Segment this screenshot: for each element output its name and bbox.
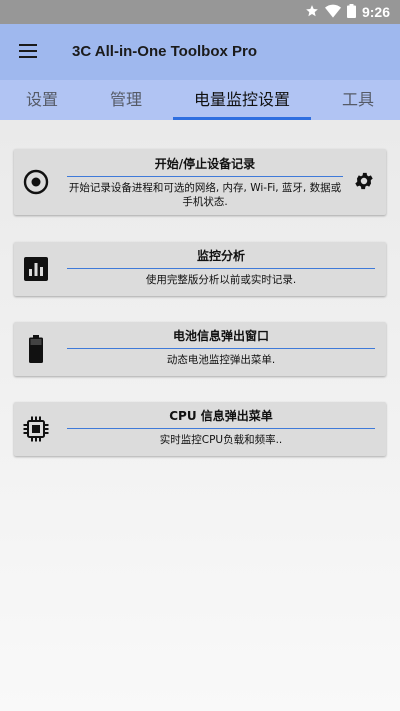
app-bar: 3C All-in-One Toolbox Pro xyxy=(0,24,400,80)
status-bar: 9:26 xyxy=(0,0,400,24)
card-title: CPU 信息弹出菜单 xyxy=(169,409,273,423)
card-title: 开始/停止设备记录 xyxy=(154,157,256,171)
card-divider xyxy=(67,176,343,177)
card-divider xyxy=(67,348,375,349)
tab-bar: 设置 管理 电量监控设置 工具 xyxy=(0,80,400,120)
recording-settings-button[interactable] xyxy=(350,169,378,197)
wifi-icon xyxy=(324,3,341,22)
card-battery-info-popup[interactable]: 电池信息弹出窗口 动态电池监控弹出菜单. xyxy=(14,322,386,376)
cpu-chip-icon xyxy=(22,415,50,443)
status-time: 9:26 xyxy=(361,4,390,20)
card-start-stop-recording[interactable]: 开始/停止设备记录 开始记录设备进程和可选的网络, 内存, Wi-Fi, 蓝牙,… xyxy=(14,149,386,215)
card-text: 监控分析 使用完整版分析以前或实时记录. xyxy=(67,248,375,287)
gear-icon xyxy=(353,170,375,196)
tab-manage[interactable]: 管理 xyxy=(110,80,142,120)
card-description: 实时监控CPU负载和频率.. xyxy=(159,434,283,446)
battery-icon xyxy=(22,335,50,363)
card-text: CPU 信息弹出菜单 实时监控CPU负载和频率.. xyxy=(67,408,375,447)
tab-settings[interactable]: 设置 xyxy=(26,80,58,120)
card-description: 动态电池监控弹出菜单. xyxy=(166,354,276,366)
battery-status-icon xyxy=(346,3,356,22)
card-divider xyxy=(67,428,375,429)
bar-chart-icon xyxy=(22,255,50,283)
card-cpu-info-popup[interactable]: CPU 信息弹出菜单 实时监控CPU负载和频率.. xyxy=(14,402,386,456)
card-divider xyxy=(67,268,375,269)
record-icon xyxy=(22,168,50,196)
hamburger-menu-icon xyxy=(19,43,37,62)
card-text: 开始/停止设备记录 开始记录设备进程和可选的网络, 内存, Wi-Fi, 蓝牙,… xyxy=(67,156,343,209)
card-description: 使用完整版分析以前或实时记录. xyxy=(145,274,297,286)
star-icon xyxy=(305,3,319,22)
card-title: 电池信息弹出窗口 xyxy=(172,329,269,343)
tab-battery-monitor-settings[interactable]: 电量监控设置 xyxy=(194,80,290,120)
app-title: 3C All-in-One Toolbox Pro xyxy=(72,43,257,60)
status-icons: 9:26 xyxy=(305,0,390,24)
card-title: 监控分析 xyxy=(196,249,245,263)
card-text: 电池信息弹出窗口 动态电池监控弹出菜单. xyxy=(67,328,375,367)
menu-button[interactable] xyxy=(12,38,44,66)
card-description: 开始记录设备进程和可选的网络, 内存, Wi-Fi, 蓝牙, 数据或手机状态. xyxy=(68,182,342,208)
tab-tools[interactable]: 工具 xyxy=(342,80,374,120)
card-monitor-analysis[interactable]: 监控分析 使用完整版分析以前或实时记录. xyxy=(14,242,386,296)
